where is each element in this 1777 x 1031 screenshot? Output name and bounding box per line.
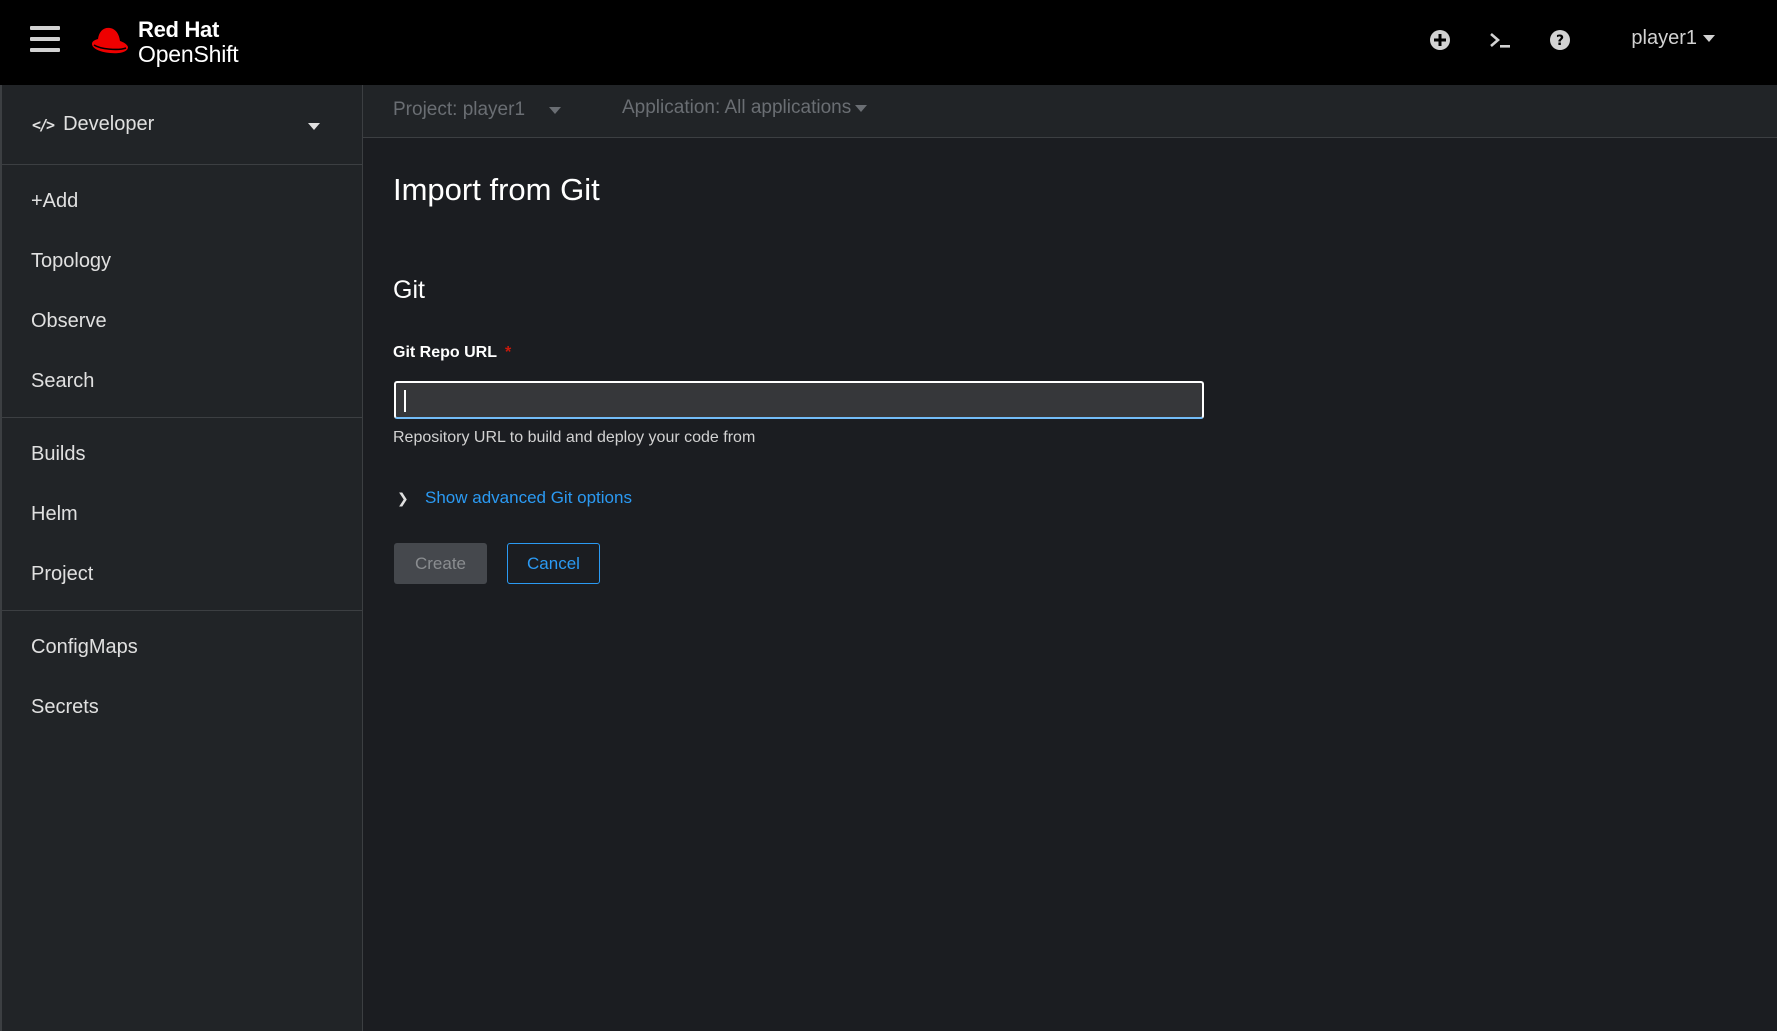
add-circle-icon[interactable] [1426,26,1454,54]
sidebar-item-topology[interactable]: Topology [2,231,362,291]
hamburger-icon[interactable] [30,26,60,52]
help-icon[interactable]: ? [1546,26,1574,54]
project-label: Project: player1 [393,99,526,120]
create-button[interactable]: Create [394,543,487,584]
brand-line1: Red Hat [138,16,220,42]
sidebar-item-project[interactable]: Project [2,544,362,604]
perspective-switcher[interactable]: </> Developer [2,85,362,165]
chevron-down-icon [855,104,868,112]
sidebar-item-observe[interactable]: Observe [2,291,362,351]
sidebar-item-secrets[interactable]: Secrets [2,677,362,737]
sidebar-item-add[interactable]: +Add [2,171,362,231]
user-menu-toggle[interactable]: player1 [1631,27,1715,50]
logo[interactable]: Red Hat OpenShift [90,14,239,70]
advanced-git-options-link[interactable]: Show advanced Git options [425,488,632,508]
code-icon: </> [32,115,55,134]
field-label-text: Git Repo URL [393,344,497,361]
cancel-button[interactable]: Cancel [507,543,600,584]
sidebar-item-configmaps[interactable]: ConfigMaps [2,617,362,677]
nav-group: ConfigMaps Secrets [2,611,362,743]
context-bar: Project: player1 Application: All applic… [363,85,1777,138]
advanced-git-options-toggle[interactable]: ❯ Show advanced Git options [393,488,632,508]
main-content: Import from Git Git Git Repo URL * Reposi… [363,138,1777,1031]
sidebar: </> Developer +Add Topology Observe Sear… [0,85,363,1031]
masthead: Red Hat OpenShift ? player1 [0,0,1777,85]
page-title: Import from Git [393,172,600,207]
application-selector[interactable]: Application: All applications [622,97,868,119]
required-marker: * [505,344,512,361]
git-repo-url-label: Git Repo URL * [393,344,511,362]
git-repo-url-input[interactable] [394,381,1204,419]
project-selector[interactable]: Project: player1 [393,99,562,121]
helper-text: Repository URL to build and deploy your … [393,429,756,446]
brand-line2: OpenShift [138,40,239,67]
sidebar-item-search[interactable]: Search [2,351,362,411]
text-cursor [404,390,406,412]
section-title: Git [393,276,425,304]
perspective-label: Developer [63,113,155,135]
user-name: player1 [1631,27,1697,49]
sidebar-item-builds[interactable]: Builds [2,424,362,484]
chevron-down-icon [1703,35,1715,42]
chevron-down-icon [308,123,320,130]
sidebar-item-helm[interactable]: Helm [2,484,362,544]
terminal-icon[interactable] [1486,26,1514,54]
nav-group: Builds Helm Project [2,418,362,611]
application-label: Application: All applications [622,97,852,118]
svg-text:?: ? [1556,33,1564,49]
redhat-fedora-icon [92,27,128,54]
chevron-right-icon: ❯ [397,489,409,506]
chevron-down-icon [549,106,562,114]
nav-group: +Add Topology Observe Search [2,165,362,418]
